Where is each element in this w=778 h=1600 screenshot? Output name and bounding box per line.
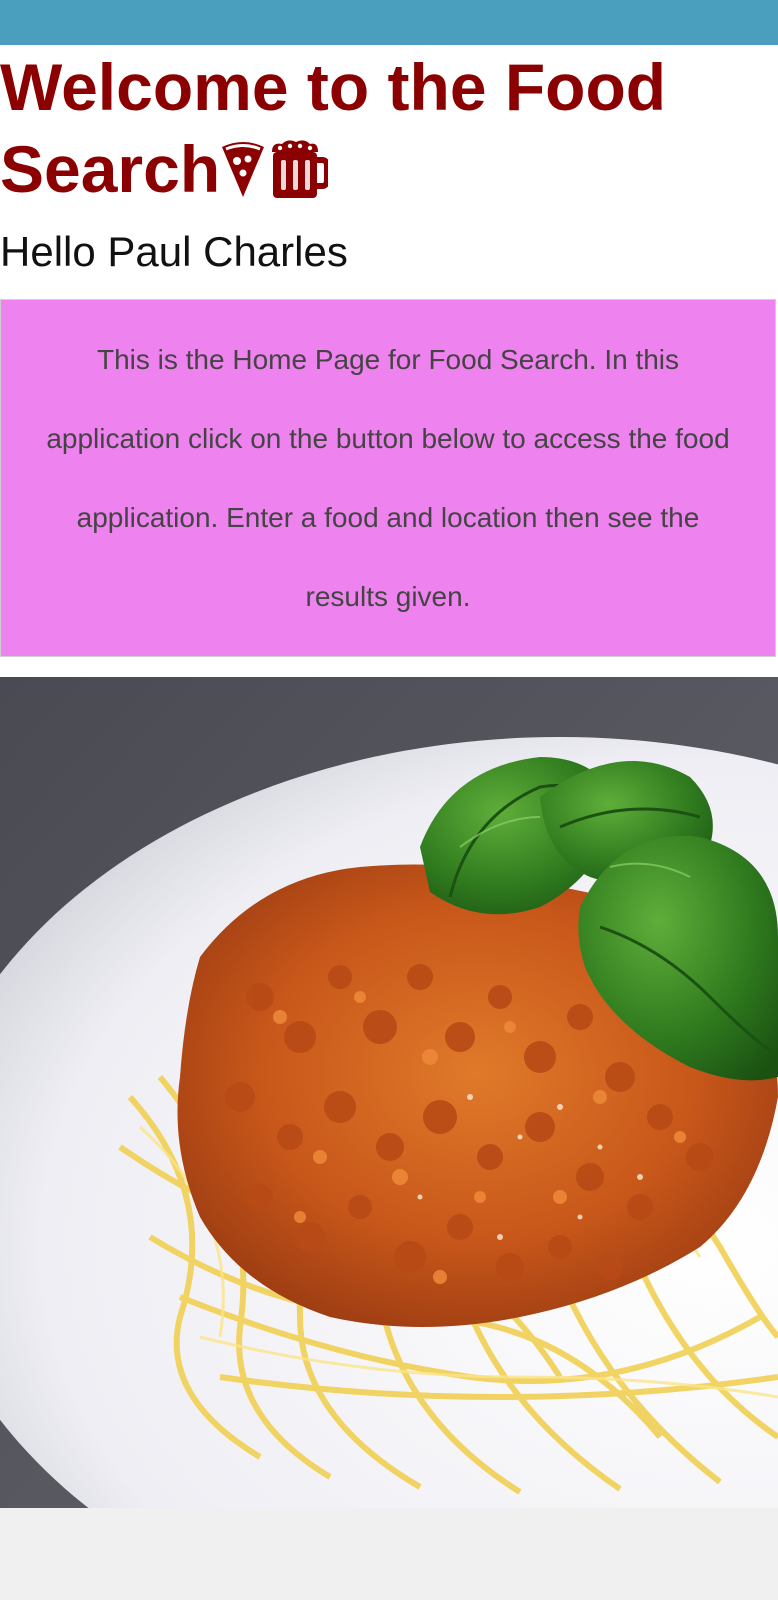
- user-greeting: Hello Paul Charles: [0, 228, 348, 275]
- top-app-bar: [0, 0, 778, 45]
- beer-mug-icon: [272, 140, 329, 198]
- spaghetti-image: [0, 677, 778, 1508]
- info-panel: This is the Home Page for Food Search. I…: [0, 299, 776, 657]
- page-title-line2-wrap: Search: [0, 128, 329, 210]
- food-hero-image: [0, 677, 778, 1508]
- info-text: This is the Home Page for Food Search. I…: [46, 344, 730, 612]
- page-title-line1: Welcome to the Food: [0, 50, 667, 124]
- pizza-icon: [222, 142, 265, 197]
- page-title: Welcome to the Food Search: [0, 46, 778, 210]
- page-title-line2: Search: [0, 132, 221, 206]
